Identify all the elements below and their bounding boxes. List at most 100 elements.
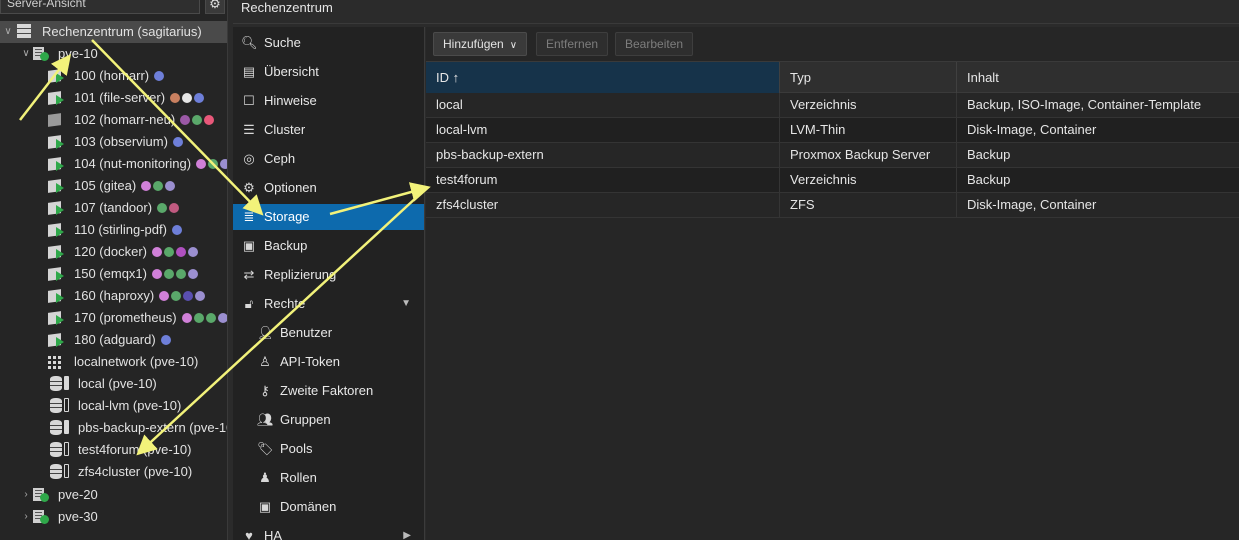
container-stopped-icon	[48, 113, 64, 127]
chevron-down-icon[interactable]: ▼	[401, 291, 411, 317]
nav-item-gruppen[interactable]: 👥︎ Gruppen	[233, 407, 424, 433]
tag-dot	[206, 313, 216, 323]
nav-item-pools[interactable]: 🏷︎ Pools	[233, 436, 424, 462]
tree-item-guest[interactable]: 110 (stirling-pdf)	[0, 219, 227, 241]
storage-icon	[50, 464, 69, 479]
gear-icon: ⚙	[243, 180, 255, 195]
tag-dot	[157, 203, 167, 213]
tree-item-storage[interactable]: test4forum (pve-10)	[0, 439, 227, 461]
tree-item-network[interactable]: localnetwork (pve-10)	[0, 351, 227, 373]
tree-item-guest[interactable]: 107 (tandoor)	[0, 197, 227, 219]
tag-dot	[204, 115, 214, 125]
gear-icon[interactable]: ⚙	[205, 0, 225, 14]
tree-item-guest[interactable]: 180 (adguard)	[0, 329, 227, 351]
tree-item-storage-label: local-lvm (pve-10)	[78, 398, 182, 413]
male-icon: ♟	[259, 470, 271, 485]
tag-dot	[188, 269, 198, 279]
tree-item-guest[interactable]: 103 (observium)	[0, 131, 227, 153]
tree-item-guest[interactable]: 100 (homarr)	[0, 65, 227, 87]
chevron-down-icon[interactable]: ∨	[20, 43, 32, 65]
node-online-icon	[32, 488, 49, 502]
tree-item-storage[interactable]: zfs4cluster (pve-10)	[0, 461, 227, 483]
container-running-icon	[48, 245, 64, 259]
tag-list	[196, 153, 227, 175]
table-row[interactable]: zfs4cluster ZFS Disk-Image, Container	[426, 193, 1239, 218]
tag-dot	[195, 291, 205, 301]
cell-content: Backup, ISO-Image, Container-Template	[967, 97, 1202, 112]
cell-content: Disk-Image, Container	[967, 122, 1097, 137]
tree-item-datacenter[interactable]: ∨ Rechenzentrum (sagitarius)	[0, 21, 227, 43]
nav-item-storage[interactable]: ≣ Storage	[233, 204, 424, 230]
nav-item-label: Benutzer	[280, 325, 333, 340]
table-row[interactable]: pbs-backup-extern Proxmox Backup Server Ba…	[426, 143, 1239, 168]
tree-item-guest-label: 180 (adguard)	[74, 332, 156, 347]
tree-item-guest[interactable]: 102 (homarr-neu)	[0, 109, 227, 131]
cell-content: Backup	[967, 172, 1011, 187]
chevron-right-icon[interactable]: ▶	[403, 523, 411, 540]
tree-item-guest[interactable]: 160 (haproxy)	[0, 285, 227, 307]
nav-item-ha[interactable]: ♥ HA ▶	[233, 523, 424, 540]
tag-list	[182, 307, 227, 329]
tree-item-guest[interactable]: 170 (prometheus)	[0, 307, 227, 329]
nav-item-ceph[interactable]: ◎ Ceph	[233, 146, 424, 172]
column-header-id[interactable]: ID ↑	[426, 62, 780, 93]
add-button[interactable]: Hinzufügen ∨	[433, 32, 528, 56]
nav-item-api-token[interactable]: ♙ API-Token	[233, 349, 424, 375]
config-nav: 🔍︎ Suche ▤ Übersicht ☐ Hinweise ☰ Cluster ◎ Ceph ⚙…	[233, 27, 425, 540]
tag-dot	[183, 291, 193, 301]
tree-item-node[interactable]: › pve-30	[0, 506, 227, 528]
tag-dot	[153, 181, 163, 191]
tag-dot	[192, 115, 202, 125]
nav-item-label: Rechte	[264, 296, 306, 311]
tree-item-guest[interactable]: 104 (nut-monitoring)	[0, 153, 227, 175]
tree-item-node-pve-10[interactable]: ∨ pve-10	[0, 43, 227, 65]
tree-item-guest-label: 150 (emqx1)	[74, 266, 147, 281]
tag-dot	[164, 269, 174, 279]
container-running-icon	[48, 91, 64, 105]
grid-header: ID ↑ Typ Inhalt	[426, 61, 1239, 93]
nav-item-label: Zweite Faktoren	[280, 383, 374, 398]
cell-type: Verzeichnis	[780, 93, 957, 117]
tree-item-storage[interactable]: local (pve-10)	[0, 373, 227, 395]
nav-item-dom-nen[interactable]: ▣ Domänen	[233, 494, 424, 520]
nav-item--bersicht[interactable]: ▤ Übersicht	[233, 59, 424, 85]
nav-item-rollen[interactable]: ♟ Rollen	[233, 465, 424, 491]
resource-tree: Server-Ansicht ⚙ ∨ Rechenzentrum (sagitar…	[0, 0, 228, 540]
tree-item-guest[interactable]: 150 (emqx1)	[0, 263, 227, 285]
column-header-type[interactable]: Typ	[780, 62, 957, 93]
nav-item-optionen[interactable]: ⚙ Optionen	[233, 175, 424, 201]
chevron-right-icon[interactable]: ›	[20, 506, 32, 528]
nav-item-zweite-faktoren[interactable]: ⚷ Zweite Faktoren	[233, 378, 424, 404]
nav-item-cluster[interactable]: ☰ Cluster	[233, 117, 424, 143]
tag-dot	[172, 225, 182, 235]
network-grid-icon	[48, 355, 64, 369]
remove-button[interactable]: Entfernen	[536, 32, 609, 56]
chevron-down-icon[interactable]: ∨	[2, 21, 14, 43]
table-row[interactable]: local-lvm LVM-Thin Disk-Image, Container	[426, 118, 1239, 143]
chevron-right-icon[interactable]: ›	[20, 484, 32, 506]
nav-item-benutzer[interactable]: 👤︎ Benutzer	[233, 320, 424, 346]
tag-list	[173, 131, 185, 153]
view-selector[interactable]: Server-Ansicht	[0, 0, 200, 14]
table-row[interactable]: test4forum Verzeichnis Backup	[426, 168, 1239, 193]
table-row[interactable]: local Verzeichnis Backup, ISO-Image, Conta…	[426, 93, 1239, 118]
tree-item-node[interactable]: › pve-20	[0, 484, 227, 506]
tag-dot	[152, 269, 162, 279]
nav-item-backup[interactable]: ▣ Backup	[233, 233, 424, 259]
tree-item-storage-label: pbs-backup-extern (pve-10)	[78, 420, 228, 435]
tree-item-storage[interactable]: pbs-backup-extern (pve-10)	[0, 417, 228, 439]
nav-item-hinweise[interactable]: ☐ Hinweise	[233, 88, 424, 114]
column-header-content[interactable]: Inhalt	[957, 62, 1239, 93]
nav-item-suche[interactable]: 🔍︎ Suche	[233, 30, 424, 56]
tree-item-guest[interactable]: 120 (docker)	[0, 241, 227, 263]
tree-item-storage[interactable]: local-lvm (pve-10)	[0, 395, 227, 417]
container-running-icon	[48, 223, 64, 237]
tree-item-guest-label: 160 (haproxy)	[74, 288, 155, 303]
nav-item-replizierung[interactable]: ⇄ Replizierung	[233, 262, 424, 288]
tree-item-guest[interactable]: 101 (file-server)	[0, 87, 227, 109]
node-online-icon	[32, 510, 49, 524]
edit-button[interactable]: Bearbeiten	[615, 32, 694, 56]
tree-item-guest[interactable]: 105 (gitea)	[0, 175, 227, 197]
nav-item-rechte[interactable]: 🔓︎ Rechte ▼	[233, 291, 424, 317]
container-running-icon	[48, 267, 64, 281]
